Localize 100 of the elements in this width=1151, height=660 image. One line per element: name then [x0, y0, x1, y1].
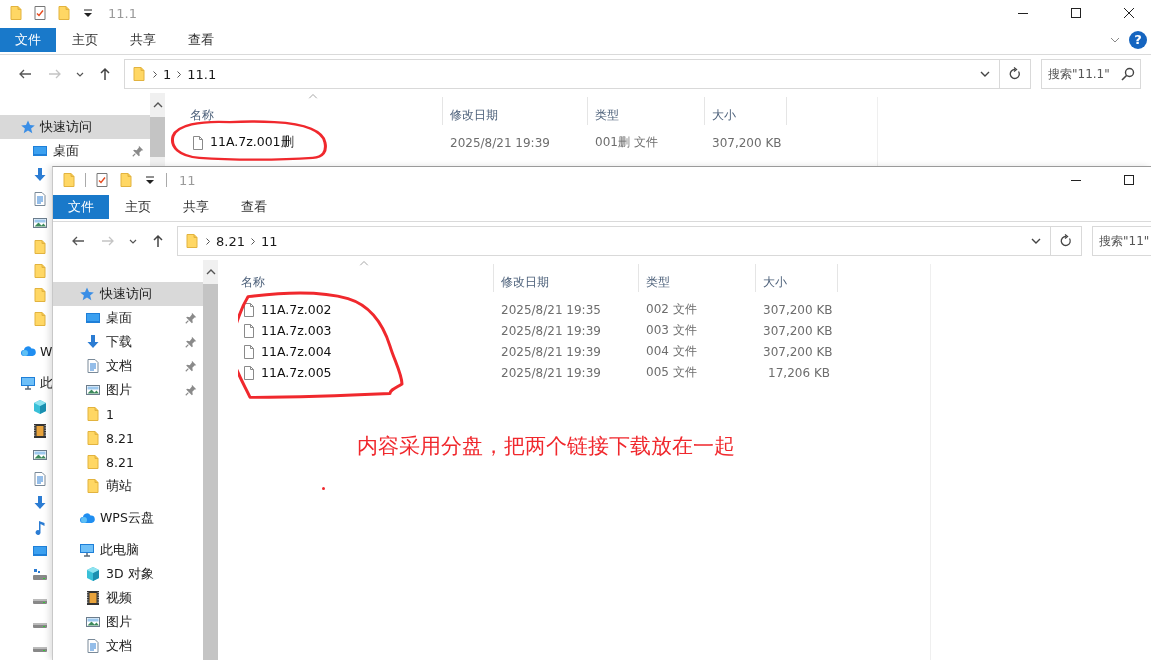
column-header[interactable]: 大小: [705, 97, 787, 125]
nav-item[interactable]: 下载: [53, 330, 203, 354]
cloud-icon: [79, 510, 95, 526]
nav-item[interactable]: 文档: [53, 634, 203, 658]
column-header[interactable]: 类型: [588, 97, 705, 125]
download-arrow-icon[interactable]: [32, 495, 48, 511]
window-title: 11.1: [108, 5, 137, 21]
document-icon[interactable]: [32, 191, 48, 207]
ribbon-tab[interactable]: 共享: [167, 195, 225, 219]
breadcrumb[interactable]: 11: [260, 233, 278, 249]
download-arrow-icon[interactable]: [32, 167, 48, 183]
nav-item[interactable]: 1: [53, 402, 203, 426]
refresh-icon: [1058, 233, 1074, 249]
nav-item[interactable]: 8.21: [53, 450, 203, 474]
modified-date: 2025/8/21 19:39: [501, 365, 601, 380]
search-icon[interactable]: [1120, 66, 1136, 82]
column-header[interactable]: 类型: [639, 264, 756, 292]
ribbon-tab[interactable]: 主页: [56, 28, 114, 52]
file-name[interactable]: 11A.7z.003: [261, 323, 332, 338]
folder-icon: [131, 66, 147, 82]
file-type: 002 文件: [646, 302, 697, 316]
download-arrow-icon: [85, 334, 101, 350]
picture-icon[interactable]: [32, 215, 48, 231]
nav-item[interactable]: 此电脑: [53, 538, 203, 562]
ribbon-tab[interactable]: 主页: [109, 195, 167, 219]
nav-item[interactable]: 视频: [53, 586, 203, 610]
modified-date: 2025/8/21 19:39: [501, 323, 601, 338]
monitor-icon[interactable]: [32, 543, 48, 559]
file-name[interactable]: 11A.7z.005: [261, 365, 332, 380]
folder-icon: [85, 406, 101, 422]
computer-icon: [79, 542, 95, 558]
breadcrumb[interactable]: 8.21: [216, 233, 245, 249]
pin-icon[interactable]: [184, 359, 198, 373]
folder-icon: [184, 233, 200, 249]
pin-icon[interactable]: [184, 383, 198, 397]
nav-item[interactable]: 快速访问: [53, 282, 203, 306]
scrollbar-thumb[interactable]: [150, 117, 165, 157]
file-icon: [241, 364, 257, 381]
film-icon[interactable]: [32, 423, 48, 439]
nav-item[interactable]: W: [0, 339, 55, 363]
address-bar[interactable]: 8.21 11: [177, 226, 1051, 256]
column-header[interactable]: 名称: [183, 97, 443, 125]
address-bar[interactable]: 1 11.1: [124, 59, 1000, 89]
nav-item[interactable]: WPS云盘: [53, 506, 203, 530]
file-menu-tab[interactable]: 文件: [0, 28, 56, 52]
annotation-text: 内容采用分盘，把两个链接下载放在一起: [357, 433, 735, 460]
refresh-icon: [1007, 66, 1023, 82]
breadcrumb[interactable]: 11.1: [187, 66, 217, 82]
help-button[interactable]: ?: [1129, 31, 1147, 49]
ribbon-tab[interactable]: 共享: [114, 28, 172, 52]
file-size: 307,200 KB: [763, 344, 833, 359]
film-icon: [85, 590, 101, 606]
file-icon: [190, 134, 206, 151]
picture-icon: [85, 382, 101, 398]
refresh-button[interactable]: [1000, 59, 1031, 89]
column-header[interactable]: 修改日期: [443, 97, 588, 125]
nav-item[interactable]: 3D 对象: [53, 562, 203, 586]
file-type: 005 文件: [646, 365, 697, 379]
file-name[interactable]: 11A.7z.002: [261, 302, 332, 317]
search-field[interactable]: 搜索"11.1": [1041, 59, 1141, 89]
cube-icon: [85, 566, 101, 582]
column-header[interactable]: 名称: [234, 264, 494, 292]
refresh-button[interactable]: [1051, 226, 1082, 256]
search-field[interactable]: 搜索"11": [1092, 226, 1151, 256]
pin-icon[interactable]: [131, 144, 145, 158]
nav-item[interactable]: 桌面: [0, 139, 150, 163]
checklist-icon[interactable]: [94, 172, 110, 188]
nav-item[interactable]: 此: [0, 371, 55, 395]
picture-icon: [85, 614, 101, 630]
monitor-icon: [85, 310, 101, 326]
breadcrumb[interactable]: 1: [163, 66, 172, 82]
network-drive-icon[interactable]: [32, 567, 48, 583]
star-icon: [79, 286, 95, 302]
file-icon: [241, 343, 257, 360]
pin-icon[interactable]: [184, 335, 198, 349]
chevron-right-icon: [177, 70, 182, 78]
ribbon-tab[interactable]: 查看: [172, 28, 230, 52]
nav-item[interactable]: 快速访问: [0, 115, 150, 139]
column-header[interactable]: 修改日期: [494, 264, 639, 292]
file-name[interactable]: 11A.7z.004: [261, 344, 332, 359]
computer-icon: [20, 375, 36, 391]
pin-icon[interactable]: [184, 311, 198, 325]
document-icon[interactable]: [32, 471, 48, 487]
nav-item[interactable]: 文档: [53, 354, 203, 378]
nav-item[interactable]: 桌面: [53, 306, 203, 330]
modified-date: 2025/8/21 19:39: [450, 135, 550, 150]
chevron-right-icon: [206, 237, 210, 245]
nav-item[interactable]: 萌站: [53, 474, 203, 498]
checklist-icon[interactable]: [32, 5, 48, 21]
file-menu-tab[interactable]: 文件: [53, 195, 109, 219]
ribbon-tab[interactable]: 查看: [225, 195, 283, 219]
chevron-right-icon: [153, 70, 157, 78]
column-header[interactable]: 大小: [756, 264, 838, 292]
picture-icon[interactable]: [32, 447, 48, 463]
cube-icon[interactable]: [32, 399, 48, 415]
folder-icon: [85, 454, 101, 470]
nav-item[interactable]: 8.21: [53, 426, 203, 450]
nav-item[interactable]: 图片: [53, 610, 203, 634]
folder-icon: [85, 430, 101, 446]
nav-item[interactable]: 图片: [53, 378, 203, 402]
